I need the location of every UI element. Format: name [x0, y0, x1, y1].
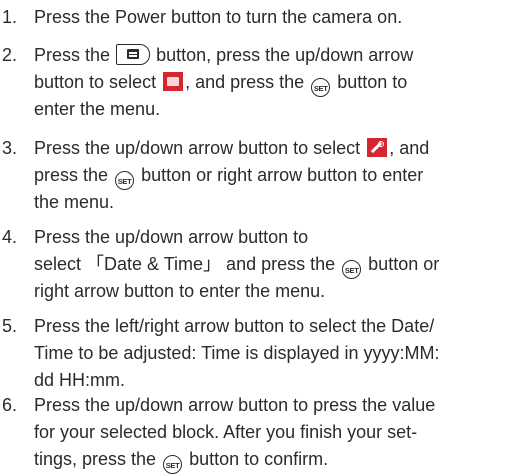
text-run: button or right arrow button to enter: [141, 165, 424, 185]
step-number: 4.: [2, 227, 18, 247]
menu-button-icon: [116, 44, 151, 65]
step-text: Press the Power button to turn the camer…: [34, 4, 518, 31]
step-line: Press the up/down arrow button to select…: [34, 135, 518, 162]
text-run: select 「Date & Time」 and press the: [34, 254, 336, 274]
text-run: button or: [368, 254, 440, 274]
text-run: , and press the: [185, 72, 305, 92]
text-run: Press the: [34, 45, 111, 65]
set-button-icon: SET: [342, 260, 362, 279]
set-button-icon: SET: [163, 455, 183, 474]
step-line: Press the button, press the up/down arro…: [34, 42, 518, 69]
step-number: 5.: [2, 316, 18, 336]
step-number: 2.: [2, 45, 18, 65]
step-text: Press the left/right arrow button to sel…: [34, 313, 518, 394]
instruction-list: 1. Press the Power button to turn the ca…: [0, 0, 520, 474]
step-text: Press the up/down arrow button to select…: [34, 135, 518, 216]
text-run: button to confirm.: [189, 449, 329, 469]
text-run: , and: [389, 138, 430, 158]
step-line: button to select , and press the SET but…: [34, 69, 518, 97]
menu-mode-icon: [163, 72, 184, 91]
step-text: Press the up/down arrow button to press …: [34, 392, 518, 474]
step-line: press the SET button or right arrow butt…: [34, 162, 518, 190]
step-text: Press the button, press the up/down arro…: [34, 42, 518, 123]
step-text: Press the up/down arrow button to select…: [34, 224, 518, 305]
step-line: Press the up/down arrow button to press …: [34, 395, 436, 415]
step-line: the menu.: [34, 192, 115, 212]
step-line: Press the left/right arrow button to sel…: [34, 316, 435, 336]
step-line: Press the Power button to turn the camer…: [34, 7, 403, 27]
step-line: Time to be adjusted: Time is displayed i…: [34, 343, 440, 363]
step-line: right arrow button to enter the menu.: [34, 281, 326, 301]
text-run: press the: [34, 165, 109, 185]
step-number: 1.: [2, 7, 18, 27]
text-run: tings, press the: [34, 449, 157, 469]
text-run: button, press the up/down arrow: [156, 45, 414, 65]
step-line: select 「Date & Time」 and press the SET b…: [34, 251, 518, 279]
step-line: enter the menu.: [34, 99, 161, 119]
step-line: Press the up/down arrow button to: [34, 227, 309, 247]
text-run: Press the up/down arrow button to select: [34, 138, 361, 158]
setup-wrench-icon: [367, 138, 388, 157]
step-line: dd HH:mm.: [34, 370, 126, 390]
set-button-icon: SET: [115, 171, 135, 190]
step-number: 3.: [2, 138, 18, 158]
set-button-icon: SET: [311, 78, 331, 97]
step-number: 6.: [2, 395, 18, 415]
text-run: button to select: [34, 72, 157, 92]
text-run: button to: [337, 72, 408, 92]
step-line: for your selected block. After you finis…: [34, 422, 418, 442]
